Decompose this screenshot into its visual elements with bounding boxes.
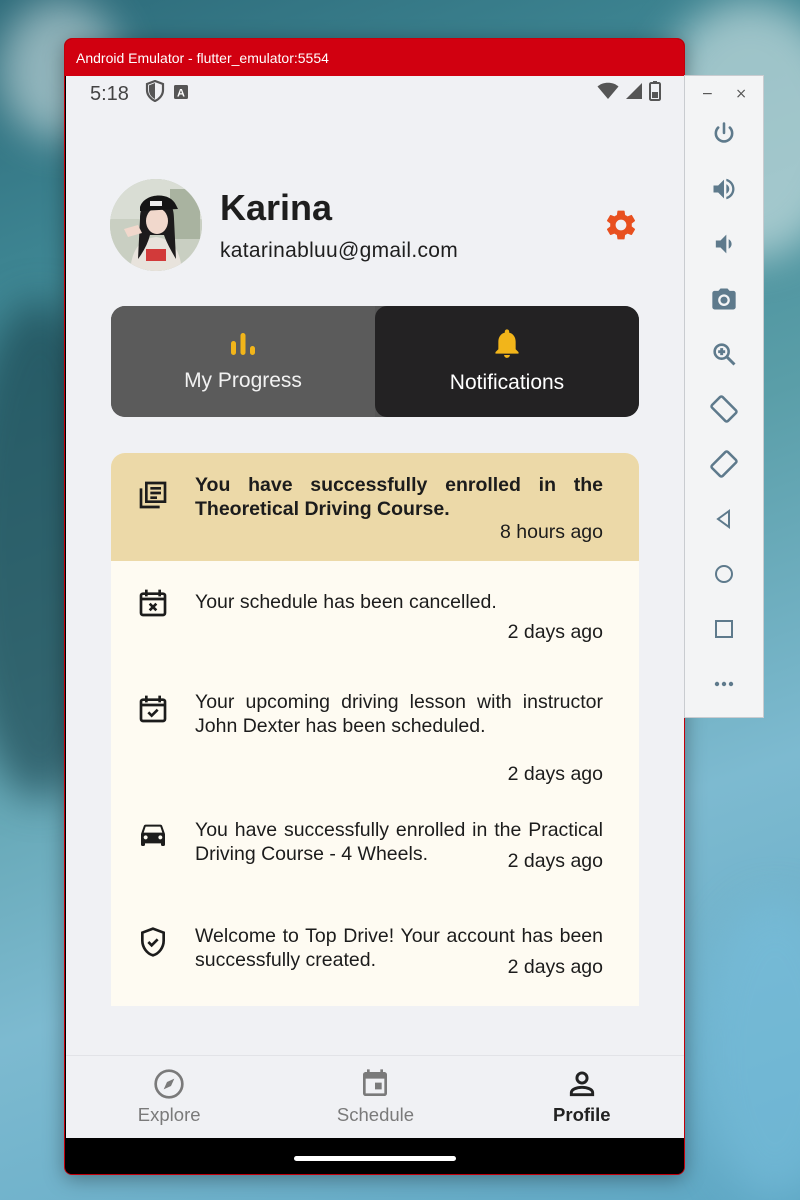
avatar[interactable]: [110, 179, 202, 271]
screenshot-button[interactable]: [708, 283, 740, 315]
home-icon: [715, 565, 733, 583]
tab-my-progress[interactable]: My Progress: [111, 306, 375, 417]
back-button[interactable]: [708, 503, 740, 535]
notification-text: Your upcoming driving lesson with instru…: [195, 691, 603, 737]
shield-status-icon: [145, 79, 165, 108]
notification-list: You have successfully enrolled in the Th…: [111, 453, 639, 1006]
notification-text: You have successfully enrolled in the Th…: [195, 474, 603, 520]
notification-text: Your schedule has been cancelled.: [195, 591, 497, 613]
list-item[interactable]: You have successfully enrolled in the Th…: [111, 453, 639, 561]
profile-tab-toggle: My Progress Notifications: [111, 306, 639, 417]
overview-icon: [715, 620, 733, 638]
bottom-navigation: Explore Schedule Profile: [66, 1055, 684, 1138]
camera-icon: [712, 288, 736, 310]
power-button[interactable]: [708, 118, 740, 150]
more-button[interactable]: [708, 668, 740, 700]
rotate-left-button[interactable]: [708, 393, 740, 425]
svg-text:A: A: [177, 87, 185, 99]
back-icon: [716, 509, 730, 529]
list-item[interactable]: Your schedule has been cancelled. 2 days…: [111, 561, 639, 677]
emulator-window: Android Emulator - flutter_emulator:5554…: [64, 38, 685, 1175]
status-time: 5:18: [90, 82, 129, 105]
volume-up-icon: [713, 178, 735, 200]
wifi-icon: [597, 82, 619, 106]
tab-notifications[interactable]: Notifications: [375, 306, 639, 417]
notification-time: 2 days ago: [507, 763, 603, 785]
tab-label: My Progress: [184, 368, 302, 392]
zoom-button[interactable]: [708, 338, 740, 370]
notification-time: 2 days ago: [507, 621, 603, 643]
calendar-icon: [363, 1069, 388, 1096]
signal-icon: [625, 82, 643, 106]
home-gesture-bar[interactable]: [294, 1156, 456, 1161]
more-icon: [714, 681, 734, 687]
phone-screen: 5:18 A Karina katarinabluu@gmail.com My …: [66, 76, 684, 1138]
rotate-left-icon: [710, 395, 738, 423]
nav-label: Schedule: [336, 1104, 415, 1125]
notification-time: 2 days ago: [507, 850, 603, 872]
compass-icon: [154, 1069, 184, 1099]
volume-down-icon: [715, 234, 732, 254]
gear-icon: [606, 210, 636, 240]
gesture-area: [66, 1138, 684, 1174]
bell-icon: [495, 328, 519, 358]
emulator-title-bar[interactable]: Android Emulator - flutter_emulator:5554: [65, 39, 684, 76]
bar-chart-icon: [231, 332, 255, 355]
nav-explore[interactable]: Explore: [66, 1056, 272, 1138]
list-item[interactable]: Welcome to Top Drive! Your account has b…: [111, 911, 639, 1006]
status-bar: 5:18 A: [66, 76, 684, 112]
calendar-cancel-icon: [139, 589, 167, 617]
settings-button[interactable]: [603, 207, 639, 243]
nav-label: Explore: [137, 1104, 201, 1125]
rotate-right-icon: [710, 450, 738, 478]
user-email: katarinabluu@gmail.com: [220, 239, 459, 262]
nav-schedule[interactable]: Schedule: [272, 1056, 478, 1138]
zoom-icon: [713, 343, 736, 366]
nav-profile[interactable]: Profile: [479, 1056, 684, 1138]
user-name: Karina: [220, 187, 333, 228]
list-item[interactable]: Your upcoming driving lesson with instru…: [111, 677, 639, 805]
volume-down-button[interactable]: [708, 228, 740, 260]
volume-up-button[interactable]: [708, 173, 740, 205]
notification-time: 2 days ago: [507, 956, 603, 978]
nav-label: Profile: [553, 1104, 611, 1125]
battery-icon: [649, 81, 661, 107]
shield-check-icon: [141, 927, 165, 957]
rotate-right-button[interactable]: [708, 448, 740, 480]
window-title: Android Emulator - flutter_emulator:5554: [76, 49, 329, 66]
keyboard-status-icon: A: [173, 83, 189, 106]
overview-button[interactable]: [708, 613, 740, 645]
home-button[interactable]: [708, 558, 740, 590]
profile-header: Karina katarinabluu@gmail.com: [110, 179, 640, 271]
tab-label: Notifications: [449, 370, 565, 394]
power-icon: [714, 122, 734, 143]
calendar-check-icon: [139, 695, 167, 723]
person-icon: [569, 1071, 594, 1097]
minimize-button[interactable]: −: [702, 86, 714, 102]
notification-time: 8 hours ago: [500, 521, 603, 543]
emulator-toolbar: − ×: [684, 75, 764, 718]
article-icon: [139, 481, 167, 509]
car-icon: [141, 824, 165, 846]
close-button[interactable]: ×: [735, 86, 747, 102]
list-item[interactable]: You have successfully enrolled in the Pr…: [111, 805, 639, 911]
